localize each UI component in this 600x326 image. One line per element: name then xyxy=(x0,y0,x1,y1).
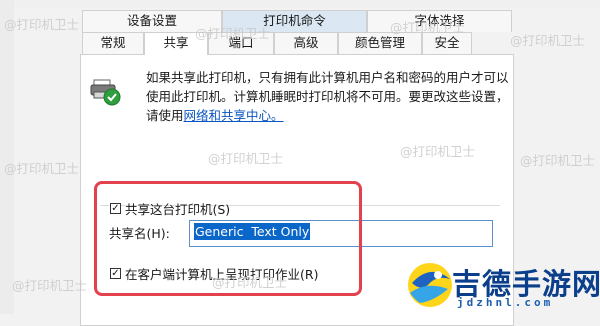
watermark-text: @打印机卫士 xyxy=(400,144,476,159)
watermark-text: @打印机卫士 xyxy=(12,278,88,293)
watermark-text: @打印机卫士 xyxy=(510,33,586,48)
network-sharing-center-link[interactable]: 网络和共享中心。 xyxy=(184,108,284,123)
logo-emblem-icon xyxy=(408,263,452,307)
logo-url: jdzhnl.com xyxy=(457,296,554,309)
watermark-text: @打印机卫士 xyxy=(208,151,284,166)
window-left-strip xyxy=(0,0,14,314)
watermark-text: @打印机卫士 xyxy=(4,161,80,176)
tab-general[interactable]: 常规 xyxy=(82,32,144,54)
sharing-info-text: 如果共享此打印机，只有拥有此计算机用户名和密码的用户才可以使用此打印机。计算机睡… xyxy=(146,68,516,125)
watermark-text: @打印机卫士 xyxy=(4,17,80,32)
watermark-text: @打印机卫士 xyxy=(195,26,271,41)
shared-printer-icon xyxy=(90,79,121,106)
window-top-strip xyxy=(0,0,600,8)
tab-advanced[interactable]: 高级 xyxy=(274,32,338,54)
watermark-text: @打印机卫士 xyxy=(390,20,466,35)
watermark-text: @打印机卫士 xyxy=(212,275,288,290)
site-logo: 吉德手游网 jdzhnl.com xyxy=(404,257,600,314)
watermark-text: @打印机卫士 xyxy=(520,153,596,168)
